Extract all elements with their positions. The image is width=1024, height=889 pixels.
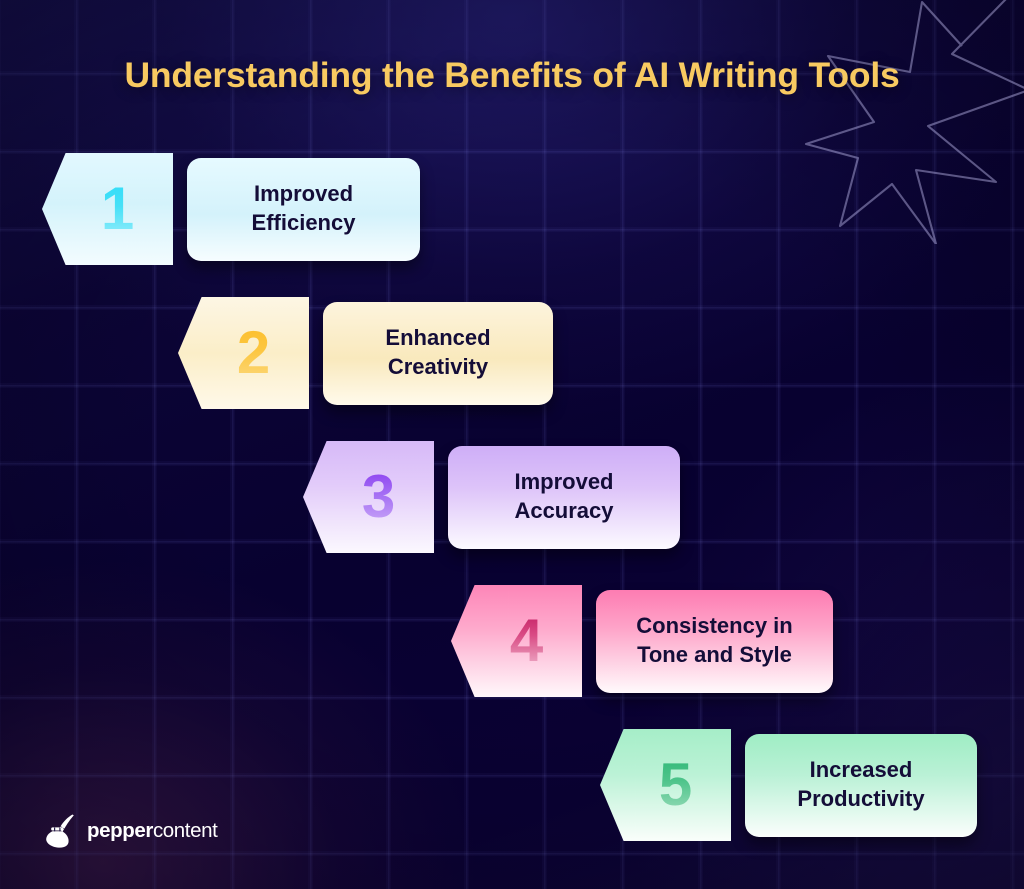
step-number-badge-5: 5 (600, 729, 731, 841)
benefit-card-5[interactable]: Increased Productivity (745, 733, 977, 837)
step-number-1: 1 (100, 175, 135, 242)
benefits-list: 1 Improved Efficiency 2 Enhanced Creativ… (0, 0, 1024, 889)
step-number-badge-4: 4 (451, 585, 582, 697)
benefit-label-1: Improved Efficiency (251, 181, 356, 235)
list-item-benefit-5[interactable]: 5 Increased Productivity (600, 729, 977, 841)
benefit-label-3: Improved Accuracy (514, 469, 614, 523)
step-number-5: 5 (658, 751, 693, 818)
brand-name-light: content (152, 819, 218, 842)
list-item-benefit-1[interactable]: 1 Improved Efficiency (42, 153, 420, 265)
step-number-badge-2: 2 (178, 297, 309, 409)
benefit-label-2: Enhanced Creativity (385, 325, 491, 379)
inkwell-quill-icon (46, 814, 74, 848)
list-item-benefit-3[interactable]: 3 Improved Accuracy (303, 441, 680, 553)
benefit-card-3[interactable]: Improved Accuracy (448, 445, 680, 549)
benefit-card-2[interactable]: Enhanced Creativity (323, 301, 553, 405)
brand-logo[interactable]: peppercontent (42, 812, 218, 850)
step-number-2: 2 (236, 319, 271, 386)
list-item-benefit-4[interactable]: 4 Consistency in Tone and Style (451, 585, 833, 697)
step-number-4: 4 (509, 607, 544, 674)
list-item-benefit-2[interactable]: 2 Enhanced Creativity (178, 297, 553, 409)
step-number-badge-1: 1 (42, 153, 173, 265)
brand-name: peppercontent (87, 819, 218, 843)
benefit-card-1[interactable]: Improved Efficiency (187, 157, 420, 261)
step-number-3: 3 (361, 463, 396, 530)
benefit-card-4[interactable]: Consistency in Tone and Style (596, 589, 833, 693)
step-number-badge-3: 3 (303, 441, 434, 553)
benefit-label-4: Consistency in Tone and Style (636, 613, 793, 667)
benefit-label-5: Increased Productivity (797, 757, 925, 811)
brand-name-bold: pepper (87, 819, 153, 842)
